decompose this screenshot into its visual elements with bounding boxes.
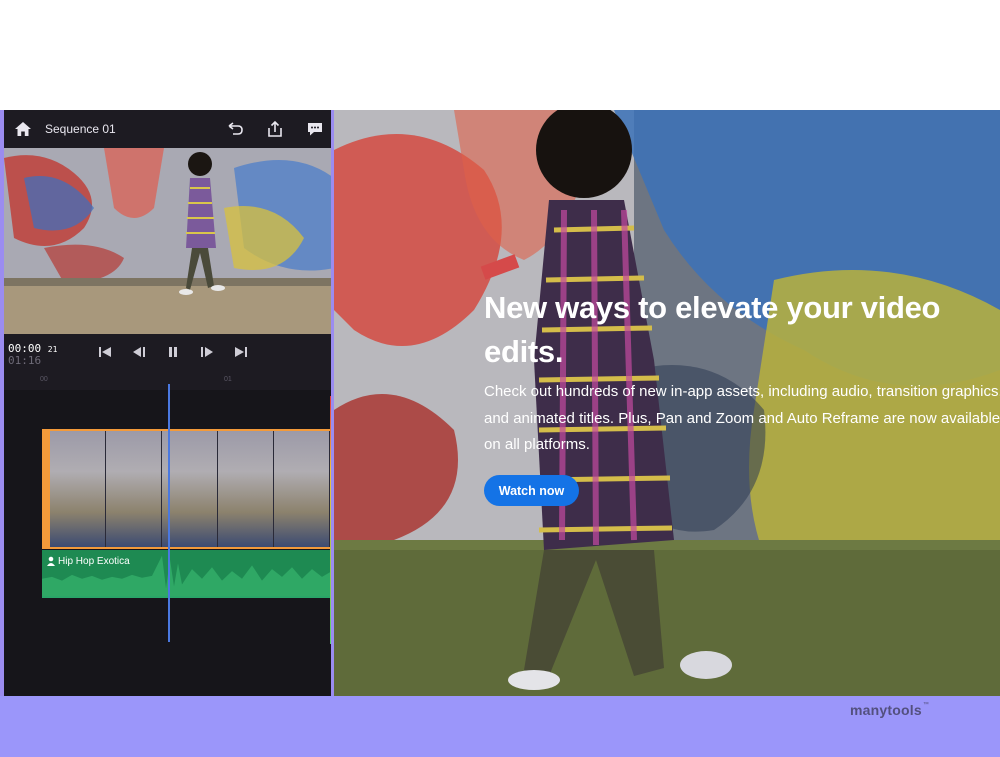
brand-logo[interactable]: manytools™ (850, 702, 929, 718)
skip-to-end-icon[interactable] (232, 344, 250, 360)
page: Sequence 01 00:00 21 01:16 00 01 Hip Hop… (0, 0, 1000, 757)
hero-description: Check out hundreds of new in-app assets,… (484, 383, 1000, 453)
share-icon[interactable] (266, 120, 284, 138)
step-back-icon[interactable] (130, 344, 148, 360)
undo-icon[interactable] (226, 120, 244, 138)
playhead[interactable] (168, 384, 170, 642)
track-level-meter (330, 396, 331, 644)
editor-header: Sequence 01 (4, 110, 331, 148)
blank-top-area (0, 0, 1000, 110)
clip-thumbnail (106, 431, 162, 547)
video-editor-panel: Sequence 01 00:00 21 01:16 00 01 Hip Hop… (0, 110, 334, 696)
comment-icon[interactable] (306, 120, 324, 138)
audio-track-label: Hip Hop Exotica (58, 556, 130, 567)
video-preview (4, 148, 331, 334)
clip-thumbnail (274, 431, 330, 547)
skip-to-start-icon[interactable] (96, 344, 114, 360)
video-clip[interactable] (42, 429, 331, 549)
watch-now-button[interactable]: Watch now (484, 475, 579, 506)
hero-title: New ways to elevate your video edits. (484, 290, 941, 369)
ruler-tick: 00 (40, 376, 48, 383)
step-forward-icon[interactable] (198, 344, 216, 360)
pause-icon[interactable] (164, 344, 182, 360)
home-icon[interactable] (14, 121, 32, 137)
playback-controls: 00:00 21 01:16 (4, 334, 331, 380)
clip-thumbnail (218, 431, 274, 547)
clip-thumbnail (50, 431, 106, 547)
footer-bar: manytools™ (0, 696, 1000, 757)
ruler-tick: 01 (224, 376, 232, 383)
sequence-title: Sequence 01 (45, 122, 116, 136)
clip-thumbnail (162, 431, 218, 547)
transport-bar (96, 344, 250, 360)
audio-clip[interactable]: Hip Hop Exotica (42, 550, 331, 598)
hero-banner: New ways to elevate your video edits. Ch… (334, 110, 1000, 696)
music-person-icon (47, 556, 55, 566)
total-duration: 01:16 (8, 354, 42, 367)
